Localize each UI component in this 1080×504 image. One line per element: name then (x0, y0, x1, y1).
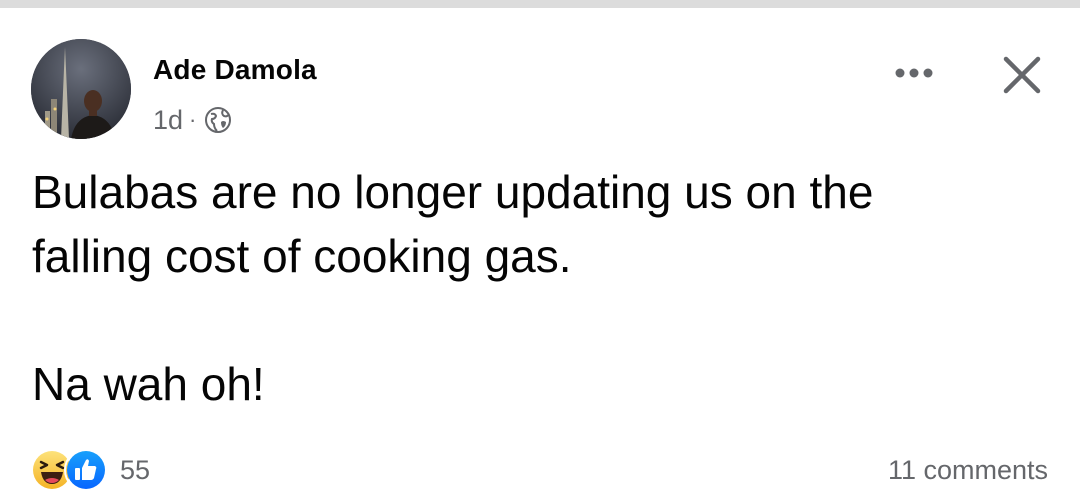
author-avatar[interactable] (31, 39, 131, 139)
more-options-button[interactable] (888, 58, 940, 88)
like-icon (64, 448, 108, 492)
post-text-line: Bulabas are no longer updating us on the (32, 166, 874, 218)
post-body: Bulabas are no longer updating us on the… (32, 160, 1042, 416)
comments-link[interactable]: 11 comments (888, 455, 1048, 486)
close-button[interactable] (995, 48, 1049, 102)
reaction-count: 55 (120, 454, 151, 485)
post-text-line: Na wah oh! (32, 358, 265, 410)
meta-separator: · (189, 107, 197, 132)
post-text-line: falling cost of cooking gas. (32, 230, 572, 282)
post-card: Ade Damola 1d · Bulabas are no longer up… (0, 8, 1080, 504)
author-name[interactable]: Ade Damola (153, 54, 317, 86)
post-meta: 1d · (153, 103, 232, 137)
top-divider (0, 0, 1080, 8)
post-text-spacer (32, 288, 1042, 352)
close-icon (1003, 56, 1041, 94)
more-options-icon (895, 68, 933, 78)
post-time[interactable]: 1d (153, 105, 183, 136)
globe-icon[interactable] (204, 106, 232, 134)
reactions-summary[interactable]: 55 (30, 448, 151, 492)
avatar-photo (31, 39, 131, 139)
